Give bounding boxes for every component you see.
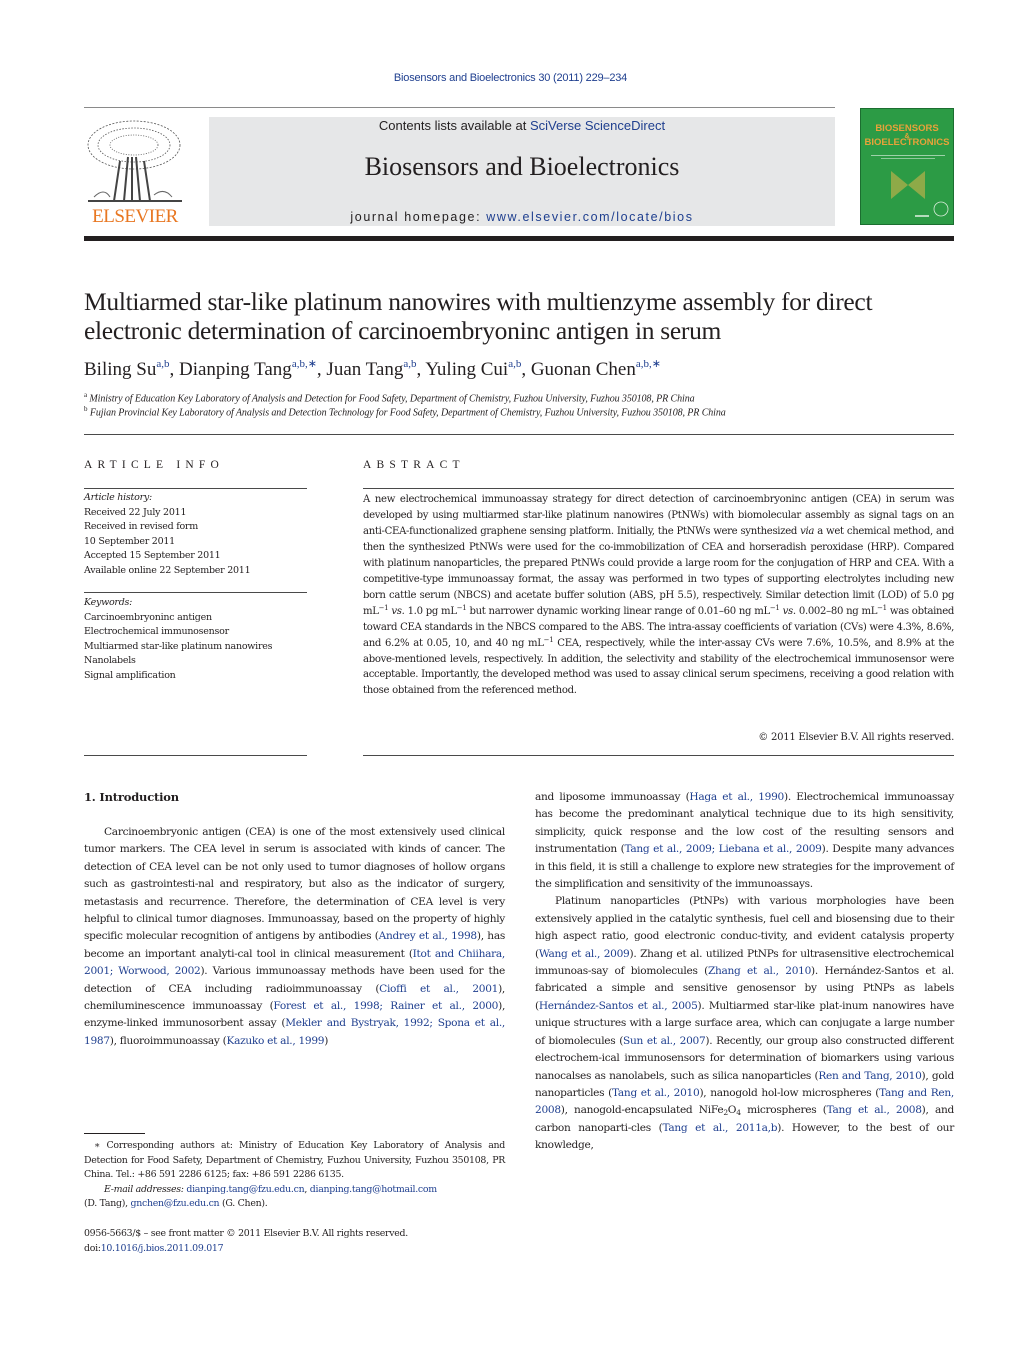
email-link[interactable]: gnchen@fzu.edu.cn bbox=[131, 1198, 220, 1209]
author-list: Biling Sua,b, Dianping Tanga,b,∗, Juan T… bbox=[84, 357, 661, 381]
footnote-rule bbox=[84, 1133, 145, 1134]
keyword: Multiarmed star-like platinum nanowires bbox=[84, 640, 273, 652]
keyword: Carcinoembryoninc antigen bbox=[84, 611, 212, 623]
history-item: Received 22 July 2011 bbox=[84, 506, 187, 518]
affiliation-b: b Fujian Provincial Key Laboratory of An… bbox=[84, 405, 726, 418]
issn-line: 0956-5663/$ – see front matter © 2011 El… bbox=[84, 1228, 408, 1239]
email-link[interactable]: dianping.tang@fzu.edu.cn bbox=[186, 1184, 304, 1195]
author-affiliation-marks[interactable]: a,b bbox=[508, 358, 521, 370]
header-top-rule bbox=[84, 107, 835, 108]
divider bbox=[84, 488, 307, 489]
author-affiliation-marks[interactable]: a,b bbox=[403, 358, 416, 370]
intro-right-column: and liposome immunoassay (Haga et al., 1… bbox=[535, 791, 955, 1152]
citation-link[interactable]: Tang et al., 2010 bbox=[612, 1087, 700, 1099]
author[interactable]: Biling Su bbox=[84, 359, 156, 380]
author-affiliation-marks[interactable]: a,b,∗ bbox=[292, 358, 317, 370]
doi-prefix: doi: bbox=[84, 1243, 101, 1254]
citation-link[interactable]: Hernández-Santos et al., 2005 bbox=[539, 1000, 698, 1012]
elsevier-wordmark: ELSEVIER bbox=[92, 206, 178, 227]
history-item: Accepted 15 September 2011 bbox=[84, 550, 221, 561]
front-matter: 0956-5663/$ – see front matter © 2011 El… bbox=[84, 1226, 408, 1256]
email-link[interactable]: dianping.tang@hotmail.com bbox=[310, 1184, 437, 1195]
divider bbox=[84, 434, 954, 435]
citation-link[interactable]: Tang et al., 2011a,b bbox=[662, 1122, 777, 1134]
corresponding-author-footnote: ∗ Corresponding authors at: Ministry of … bbox=[84, 1140, 505, 1209]
citation-link[interactable]: Sun et al., 2007 bbox=[623, 1035, 706, 1047]
keyword: Nanolabels bbox=[84, 655, 136, 666]
author[interactable]: Juan Tang bbox=[326, 359, 403, 380]
history-item: Received in revised form bbox=[84, 521, 198, 532]
journal-citation-link[interactable]: Biosensors and Bioelectronics 30 (2011) … bbox=[0, 72, 1021, 84]
author-separator: , bbox=[169, 359, 179, 380]
footnote-text: Corresponding authors at: Ministry of Ed… bbox=[84, 1140, 505, 1180]
citation-link[interactable]: Tang et al., 2009; Liebana et al., 2009 bbox=[624, 843, 821, 855]
affiliation-text: Fujian Provincial Key Laboratory of Anal… bbox=[89, 407, 726, 419]
history-item: Available online 22 September 2011 bbox=[84, 564, 251, 576]
citation-link[interactable]: Kazuko et al., 1999 bbox=[226, 1035, 324, 1047]
divider bbox=[84, 755, 307, 756]
keywords-label: Keywords: bbox=[84, 597, 133, 608]
doi-link[interactable]: 10.1016/j.bios.2011.09.017 bbox=[101, 1243, 224, 1254]
citation-link[interactable]: Forest et al., 1998; Rainer et al., 2000 bbox=[273, 1000, 498, 1012]
author-separator: , bbox=[316, 359, 327, 380]
divider bbox=[363, 755, 954, 756]
keyword: Electrochemical immunosensor bbox=[84, 626, 229, 637]
author-separator: , bbox=[416, 359, 426, 380]
journal-title: Biosensors and Bioelectronics bbox=[364, 152, 680, 181]
intro-left-column: Carcinoembryonic antigen (CEA) is one of… bbox=[84, 826, 506, 1047]
citation-link[interactable]: Andrey et al., 1998 bbox=[379, 930, 478, 942]
abstract-heading: ABSTRACT bbox=[363, 459, 465, 471]
section-heading-introduction: 1. Introduction bbox=[84, 790, 179, 804]
history-label: Article history: bbox=[84, 492, 152, 503]
history-item: 10 September 2011 bbox=[84, 535, 175, 547]
cover-graphic-icon bbox=[871, 155, 949, 217]
citation-link[interactable]: Cioffi et al., 2001 bbox=[379, 983, 498, 995]
affiliation-mark: a bbox=[84, 391, 88, 399]
affiliation-a: a Ministry of Education Key Laboratory o… bbox=[84, 391, 695, 404]
abstract-copyright: © 2011 Elsevier B.V. All rights reserved… bbox=[758, 732, 954, 743]
journal-cover-image: BIOSENSORS & BIOELECTRONICS bbox=[860, 108, 954, 225]
abstract-body: A new electrochemical immunoassay strate… bbox=[363, 494, 955, 697]
author[interactable]: Dianping Tang bbox=[179, 359, 292, 380]
author-affiliation-marks[interactable]: a,b bbox=[156, 358, 169, 370]
contents-availability: Contents lists available at SciVerse Sci… bbox=[209, 118, 835, 133]
contents-prefix: Contents lists available at bbox=[378, 118, 530, 133]
citation-link[interactable]: Wang et al., 2009 bbox=[539, 948, 630, 960]
cover-title-line2: BIOELECTRONICS bbox=[864, 137, 950, 148]
sciencedirect-link[interactable]: SciVerse ScienceDirect bbox=[530, 118, 665, 133]
article-title: Multiarmed star-like platinum nanowires … bbox=[84, 287, 873, 345]
author[interactable]: Guonan Chen bbox=[531, 359, 636, 380]
header-bottom-bar bbox=[84, 236, 954, 241]
citation-link[interactable]: Tang et al., 2008 bbox=[827, 1104, 922, 1116]
email-label: E-mail addresses: bbox=[104, 1183, 184, 1195]
homepage-link[interactable]: www.elsevier.com/locate/bios bbox=[486, 210, 693, 224]
journal-homepage: journal homepage: www.elsevier.com/locat… bbox=[209, 210, 835, 224]
author[interactable]: Yuling Cui bbox=[425, 359, 508, 380]
homepage-prefix: journal homepage: bbox=[350, 210, 487, 224]
divider bbox=[363, 488, 954, 489]
affiliation-mark: b bbox=[84, 405, 88, 413]
email-owner: (G. Chen). bbox=[219, 1198, 268, 1209]
citation-link[interactable]: Haga et al., 1990 bbox=[689, 791, 784, 803]
article-history: Article history: Received 22 July 2011 R… bbox=[84, 491, 309, 578]
email-owner: (D. Tang), bbox=[84, 1198, 131, 1209]
keywords: Keywords: Carcinoembryoninc antigen Elec… bbox=[84, 596, 309, 683]
author-affiliation-marks[interactable]: a,b,∗ bbox=[636, 358, 661, 370]
divider bbox=[84, 592, 307, 593]
author-separator: , bbox=[521, 359, 531, 380]
keyword: Signal amplification bbox=[84, 669, 176, 681]
citation-link[interactable]: Ren and Tang, 2010 bbox=[818, 1070, 922, 1082]
citation-link[interactable]: Zhang et al., 2010 bbox=[708, 965, 811, 977]
affiliation-text: Ministry of Education Key Laboratory of … bbox=[89, 393, 695, 405]
article-info-heading: ARTICLE INFO bbox=[84, 459, 224, 471]
